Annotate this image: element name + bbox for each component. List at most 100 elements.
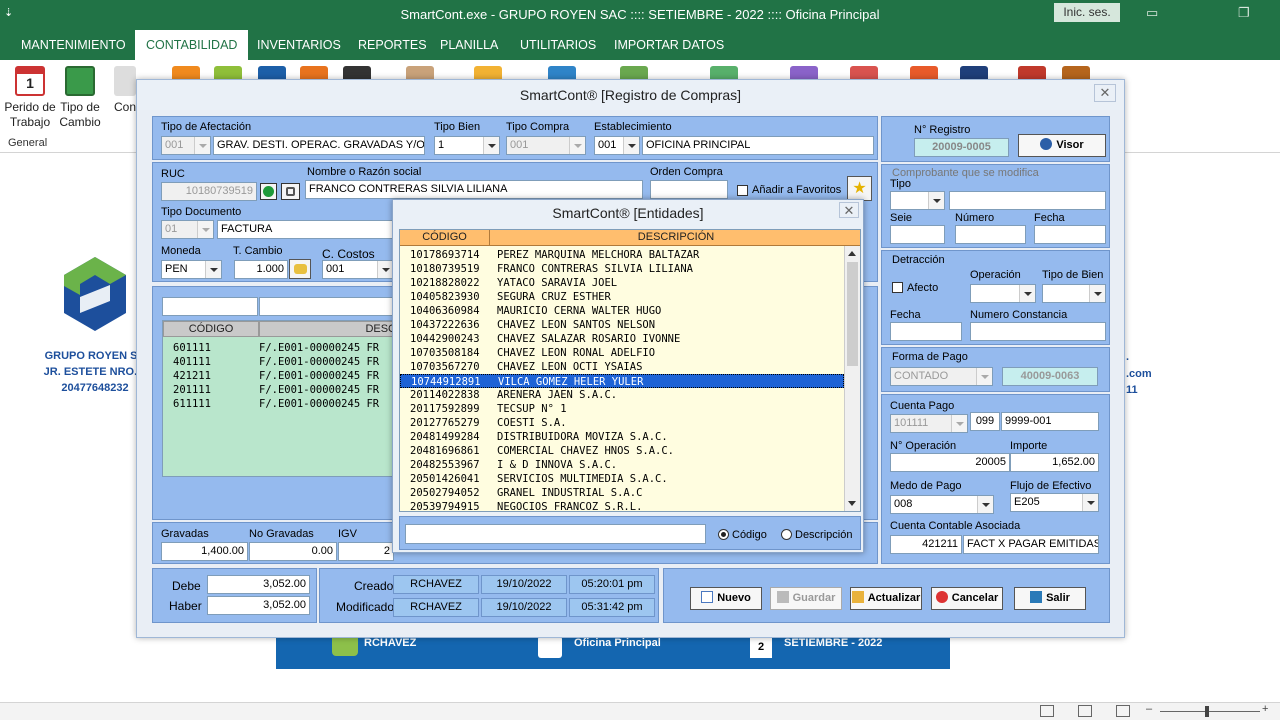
detalle-grid-row[interactable]: 601111 F/.E001-00000245 FR: [167, 341, 379, 355]
entidad-row[interactable]: 20539794915 NEGOCIOS FRANCOZ S.R.L.: [400, 500, 846, 511]
salir-button[interactable]: Salir: [1014, 587, 1086, 610]
scroll-up-icon[interactable]: [848, 251, 856, 256]
add-entity-button[interactable]: [260, 183, 277, 200]
mediopago-dropdown[interactable]: 008: [890, 495, 994, 514]
entidad-row[interactable]: 20117592899 TECSUP N° 1: [400, 402, 846, 416]
entidades-close-icon[interactable]: ✕: [839, 202, 859, 218]
entidad-row[interactable]: 10437222636 CHAVEZ LEON SANTOS NELSON: [400, 318, 846, 332]
comprobante-fecha-input[interactable]: [1034, 225, 1106, 244]
menu-reportes[interactable]: REPORTES: [347, 30, 438, 60]
actualizar-button[interactable]: Actualizar: [850, 587, 922, 610]
favoritos-checkbox[interactable]: [737, 185, 748, 196]
afecto-checkbox[interactable]: [892, 282, 903, 293]
normal-view-icon[interactable]: [1040, 705, 1054, 717]
periodo-trabajo-button[interactable]: 1 Perido de Trabajo: [4, 66, 56, 130]
ribbon-con-button[interactable]: Con: [112, 66, 138, 115]
page-layout-icon[interactable]: [1078, 705, 1092, 717]
entidades-scroll-thumb[interactable]: [847, 262, 858, 366]
entidad-row[interactable]: 10406360984 MAURICIO CERNA WALTER HUGO: [400, 304, 846, 318]
detalle-grid-row[interactable]: 421211 F/.E001-00000245 FR: [167, 369, 379, 383]
cuentapago-dropdown[interactable]: 101111: [890, 414, 968, 433]
entidad-row[interactable]: 10442900243 CHAVEZ SALAZAR ROSARIO IVONNE: [400, 332, 846, 346]
menu-contabilidad[interactable]: CONTABILIDAD: [135, 30, 249, 60]
visor-button[interactable]: Visor: [1018, 134, 1106, 157]
entidad-row[interactable]: 20127765279 COESTI S.A.: [400, 416, 846, 430]
entidad-row[interactable]: 20502794052 GRANEL INDUSTRIAL S.A.C: [400, 486, 846, 500]
close-icon[interactable]: ✕: [1094, 84, 1116, 102]
search-entity-button[interactable]: [281, 183, 300, 200]
detalle-grid-row[interactable]: 611111 F/.E001-00000245 FR: [167, 397, 379, 411]
entidad-row[interactable]: 20481696861 COMERCIAL CHAVEZ HNOS S.A.C.: [400, 444, 846, 458]
menu-mantenimiento[interactable]: MANTENIMIENTO: [10, 30, 137, 60]
tipo-cambio-button[interactable]: Tipo de Cambio: [58, 66, 102, 130]
establecimiento-dropdown[interactable]: 001: [594, 136, 640, 155]
zoom-thumb[interactable]: [1205, 706, 1209, 717]
menu-planilla[interactable]: PLANILLA: [429, 30, 509, 60]
guardar-button[interactable]: Guardar: [770, 587, 842, 610]
orden-compra-input[interactable]: [650, 180, 728, 199]
det-fecha-input[interactable]: [890, 322, 962, 341]
cancelar-button[interactable]: Cancelar: [931, 587, 1003, 610]
menu-utilitarios[interactable]: UTILITARIOS: [509, 30, 607, 60]
operacion-dropdown[interactable]: [970, 284, 1036, 303]
comprobante-tipo-dropdown[interactable]: [890, 191, 945, 210]
zoom-slider[interactable]: [1160, 711, 1260, 712]
entidad-row[interactable]: 20114022838 ARENERA JAEN S.A.C.: [400, 388, 846, 402]
page-break-icon[interactable]: [1116, 705, 1130, 717]
radio-descripcion[interactable]: [781, 529, 792, 540]
noperacion-input[interactable]: 20005: [890, 453, 1010, 472]
ribbon-display-icon[interactable]: ▭: [1146, 5, 1158, 21]
login-button[interactable]: Inic. ses.: [1054, 3, 1120, 22]
tipo-bien-dropdown[interactable]: 1: [434, 136, 500, 155]
scroll-down-icon[interactable]: [848, 501, 856, 506]
importe-label: Importe: [1010, 440, 1048, 452]
radio-codigo[interactable]: [718, 529, 729, 540]
comprobante-numero-input[interactable]: [955, 225, 1026, 244]
ruc-input[interactable]: 10180739519: [161, 182, 257, 201]
tcambio-input[interactable]: 1.000: [234, 260, 288, 279]
star-icon[interactable]: ★: [847, 176, 872, 201]
detalle-filter-1[interactable]: [162, 297, 258, 316]
entidad-row[interactable]: 10744912891 VILCA GOMEZ HELER YULER: [400, 374, 844, 388]
nogravadas-input[interactable]: 0.00: [249, 542, 337, 561]
cuentapago-panel: Cuenta Pago 101111 099 9999-001 N° Opera…: [881, 394, 1110, 564]
det-tipobien-dropdown[interactable]: [1042, 284, 1106, 303]
ccostos-dropdown[interactable]: 001: [322, 260, 394, 279]
constancia-input[interactable]: [970, 322, 1106, 341]
razon-social-input[interactable]: FRANCO CONTRERAS SILVIA LILIANA: [305, 180, 643, 199]
entidad-row[interactable]: 10703508184 CHAVEZ LEON RONAL ADELFIO: [400, 346, 846, 360]
tipo-afectacion-dropdown[interactable]: 001: [161, 136, 211, 155]
importe-input[interactable]: 1,652.00: [1010, 453, 1099, 472]
igv-input[interactable]: 2: [338, 542, 394, 561]
entidad-row[interactable]: 10178693714 PEREZ MARQUINA MELCHORA BALTA…: [400, 248, 846, 262]
tipo-compra-dropdown[interactable]: 001: [506, 136, 586, 155]
creado-user: RCHAVEZ: [393, 575, 479, 594]
entidad-row[interactable]: 10703567270 CHAVEZ LEON OCTI YSAIAS: [400, 360, 846, 374]
entidad-row[interactable]: 20482553967 I & D INNOVA S.A.C.: [400, 458, 846, 472]
zoom-in-icon[interactable]: +: [1262, 703, 1268, 715]
entidades-search-input[interactable]: [405, 524, 706, 544]
detalle-grid-row[interactable]: 401111 F/.E001-00000245 FR: [167, 355, 379, 369]
restore-icon[interactable]: ❐: [1238, 5, 1250, 21]
flujo-dropdown[interactable]: E205: [1010, 493, 1099, 512]
detalle-grid-head-desc: DESC: [259, 321, 401, 337]
detalle-grid-row[interactable]: 201111 F/.E001-00000245 FR: [167, 383, 379, 397]
comprobante-serie-input[interactable]: [890, 225, 945, 244]
gravadas-input[interactable]: 1,400.00: [161, 542, 248, 561]
cuentacontable-code[interactable]: 421211: [890, 535, 962, 554]
entidad-row[interactable]: 10180739519 FRANCO CONTRERAS SILVIA LILIA…: [400, 262, 846, 276]
nuevo-button[interactable]: Nuevo: [690, 587, 762, 610]
entidad-row[interactable]: 20501426041 SERVICIOS MULTIMEDIA S.A.C.: [400, 472, 846, 486]
menu-inventarios[interactable]: INVENTARIOS: [246, 30, 352, 60]
entidad-row[interactable]: 10218828022 YATACO SARAVIA JOEL: [400, 276, 846, 290]
formapago-dropdown[interactable]: CONTADO: [890, 367, 993, 386]
moneda-dropdown[interactable]: PEN: [161, 260, 222, 279]
detalle-filter-2[interactable]: [259, 297, 399, 316]
zoom-out-icon[interactable]: –: [1146, 703, 1152, 715]
entidad-row[interactable]: 20481499284 DISTRIBUIDORA MOVIZA S.A.C.: [400, 430, 846, 444]
entidad-row[interactable]: 10405823930 SEGURA CRUZ ESTHER: [400, 290, 846, 304]
exchange-rate-button[interactable]: [289, 259, 311, 279]
tipo-documento-dropdown[interactable]: 01: [161, 220, 214, 239]
entidades-scrollbar[interactable]: [844, 246, 860, 511]
menu-importar-datos[interactable]: IMPORTAR DATOS: [603, 30, 735, 60]
